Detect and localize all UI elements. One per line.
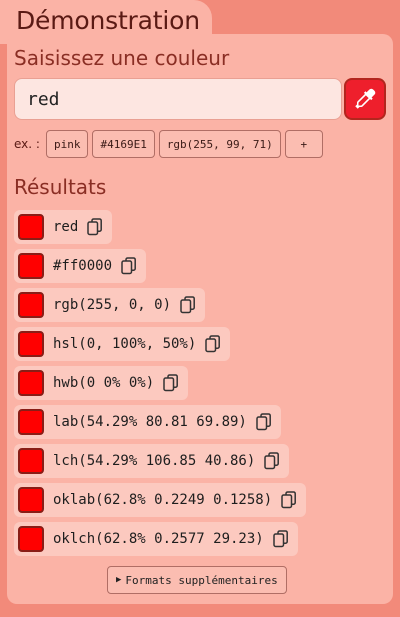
- example-chip-royalblue[interactable]: #4169E1: [92, 130, 155, 158]
- copy-icon[interactable]: [120, 256, 138, 276]
- demo-panel: Saisissez une couleur ex. : pink #4169E1…: [7, 34, 393, 604]
- copy-icon[interactable]: [179, 295, 197, 315]
- copy-icon[interactable]: [263, 451, 281, 471]
- color-swatch: [18, 370, 44, 396]
- eyedropper-button[interactable]: [344, 78, 386, 120]
- result-item-lch: lch(54.29% 106.85 40.86): [14, 444, 290, 478]
- color-swatch: [18, 253, 44, 279]
- more-formats-button[interactable]: ▶ Formats supplémentaires: [107, 566, 287, 594]
- result-item-oklab: oklab(62.8% 0.2249 0.1258): [14, 483, 307, 517]
- copy-icon[interactable]: [162, 373, 180, 393]
- input-section-title: Saisissez une couleur: [14, 46, 230, 70]
- color-swatch: [18, 331, 44, 357]
- result-value: #ff0000: [53, 258, 113, 274]
- page-title: Démonstration: [16, 6, 200, 35]
- copy-icon[interactable]: [86, 217, 104, 237]
- eyedropper-icon: [352, 86, 378, 112]
- result-value: red: [53, 219, 79, 235]
- result-item-rgb: rgb(255, 0, 0): [14, 288, 206, 322]
- color-input[interactable]: [14, 78, 342, 120]
- examples-row: ex. : pink #4169E1 rgb(255, 99, 71) +: [14, 130, 323, 158]
- example-chip-tomato[interactable]: rgb(255, 99, 71): [158, 130, 281, 158]
- copy-icon[interactable]: [280, 490, 298, 510]
- color-swatch: [18, 448, 44, 474]
- result-value: lch(54.29% 106.85 40.86): [53, 453, 256, 469]
- result-value: hsl(0, 100%, 50%): [53, 336, 197, 352]
- result-item-hwb: hwb(0 0% 0%): [14, 366, 189, 400]
- examples-label: ex. :: [14, 137, 40, 151]
- result-item-name: red: [14, 210, 113, 244]
- result-item-hsl: hsl(0, 100%, 50%): [14, 327, 231, 361]
- result-item-lab: lab(54.29% 80.81 69.89): [14, 405, 281, 439]
- result-item-oklch: oklch(62.8% 0.2577 29.23): [14, 522, 298, 556]
- result-value: lab(54.29% 80.81 69.89): [53, 414, 247, 430]
- color-swatch: [18, 487, 44, 513]
- color-swatch: [18, 409, 44, 435]
- results-section-title: Résultats: [14, 175, 107, 199]
- result-item-hex: #ff0000: [14, 249, 147, 283]
- triangle-right-icon: ▶: [116, 575, 122, 585]
- result-value: oklab(62.8% 0.2249 0.1258): [53, 492, 273, 508]
- more-formats-label: Formats supplémentaires: [125, 573, 278, 587]
- copy-icon[interactable]: [255, 412, 273, 432]
- example-chip-pink[interactable]: pink: [45, 130, 89, 158]
- copy-icon[interactable]: [204, 334, 222, 354]
- add-example-button[interactable]: +: [284, 130, 323, 158]
- color-swatch: [18, 526, 44, 552]
- result-value: oklch(62.8% 0.2577 29.23): [53, 531, 264, 547]
- result-value: hwb(0 0% 0%): [53, 375, 155, 391]
- copy-icon[interactable]: [272, 529, 290, 549]
- color-swatch: [18, 214, 44, 240]
- color-input-row: [14, 78, 386, 120]
- result-value: rgb(255, 0, 0): [53, 297, 172, 313]
- color-swatch: [18, 292, 44, 318]
